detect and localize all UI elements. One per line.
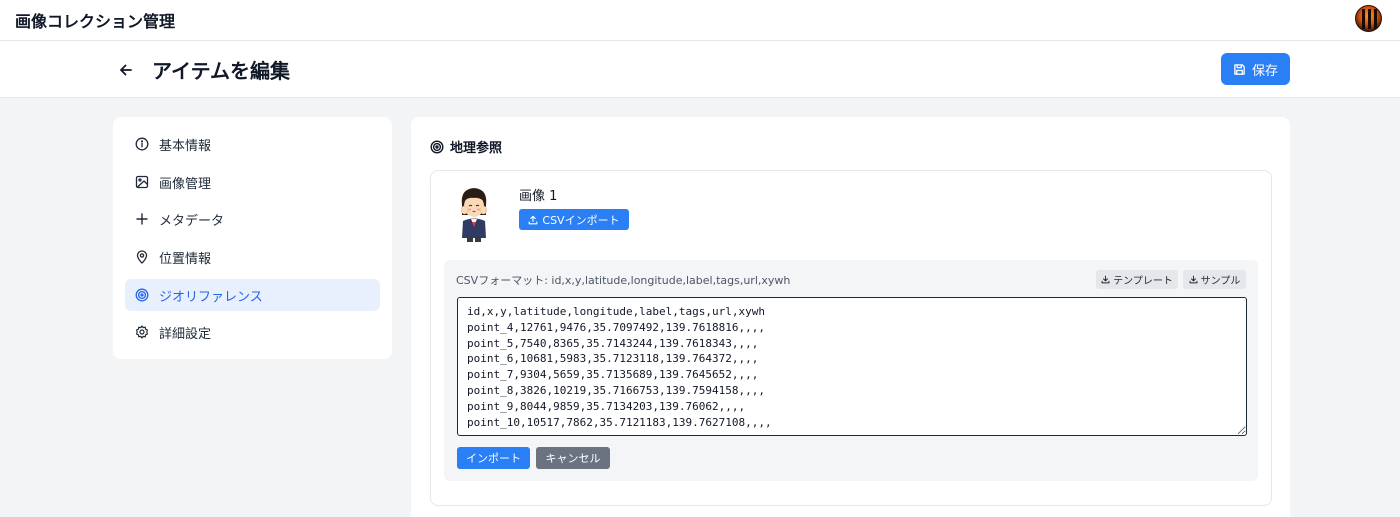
- sample-label: サンプル: [1200, 276, 1241, 287]
- sidebar-item-basic-info[interactable]: 基本情報: [125, 128, 380, 160]
- csv-import-button[interactable]: CSVインポート: [519, 209, 629, 230]
- image-card: 画像 1 CSVインポート CSVフォーマット: id,x,y,latitude…: [430, 170, 1272, 506]
- top-bar: 画像コレクション管理: [0, 0, 1400, 41]
- import-button[interactable]: インポート: [457, 447, 530, 469]
- page-title: アイテムを編集: [152, 59, 290, 83]
- cancel-button[interactable]: キャンセル: [536, 447, 610, 469]
- back-button[interactable]: [114, 58, 138, 82]
- section-title-label: 地理参照: [450, 141, 503, 156]
- image-name: 画像 1: [519, 189, 558, 204]
- save-label: 保存: [1251, 63, 1278, 79]
- sidebar-item-image-management[interactable]: 画像管理: [125, 166, 380, 198]
- map-pin-icon: [134, 249, 150, 265]
- target-icon: [430, 139, 444, 154]
- csv-format-hint: CSVフォーマット: id,x,y,latitude,longitude,lab…: [456, 274, 791, 287]
- download-icon: [1189, 275, 1198, 284]
- page-header: アイテムを編集 保存: [0, 41, 1400, 98]
- sidebar-item-label: メタデータ: [159, 213, 225, 229]
- sidebar-item-advanced-settings[interactable]: 詳細設定: [125, 316, 380, 348]
- info-icon: [134, 136, 150, 152]
- csv-textarea[interactable]: id,x,y,latitude,longitude,label,tags,url…: [457, 297, 1247, 436]
- save-icon: [1234, 63, 1245, 75]
- sidebar-item-georeference[interactable]: ジオリファレンス: [125, 279, 380, 311]
- template-download-button[interactable]: テンプレート: [1096, 270, 1178, 289]
- sidebar-item-label: 詳細設定: [159, 326, 212, 342]
- image-thumbnail: [460, 188, 488, 242]
- save-button[interactable]: 保存: [1221, 53, 1290, 85]
- sidebar-item-label: ジオリファレンス: [159, 289, 263, 305]
- download-icon: [1101, 275, 1110, 284]
- plus-icon: [134, 211, 150, 227]
- arrow-left-icon: [120, 64, 132, 76]
- gear-icon: [134, 324, 150, 340]
- app-title: 画像コレクション管理: [15, 12, 176, 31]
- section-title: 地理参照: [430, 137, 502, 156]
- sidebar-item-location[interactable]: 位置情報: [125, 241, 380, 273]
- sidebar-item-label: 基本情報: [159, 138, 212, 154]
- csv-import-label: CSVインポート: [542, 213, 620, 227]
- avatar[interactable]: [1355, 5, 1382, 32]
- image-icon: [134, 174, 150, 190]
- sample-download-button[interactable]: サンプル: [1183, 270, 1246, 289]
- sidebar: 基本情報 画像管理 メタデータ 位置情報 ジオリファレンス 詳細設定: [113, 117, 392, 359]
- sidebar-item-label: 位置情報: [159, 251, 212, 267]
- csv-import-panel: CSVフォーマット: id,x,y,latitude,longitude,lab…: [444, 260, 1258, 481]
- georeference-panel: 地理参照 画像 1 CSVインポート CSVフォーマット: id,x,y,lat…: [411, 117, 1290, 517]
- template-label: テンプレート: [1113, 276, 1173, 287]
- upload-icon: [529, 215, 538, 224]
- sidebar-item-label: 画像管理: [159, 176, 212, 192]
- target-icon: [134, 287, 150, 303]
- sidebar-item-metadata[interactable]: メタデータ: [125, 203, 380, 235]
